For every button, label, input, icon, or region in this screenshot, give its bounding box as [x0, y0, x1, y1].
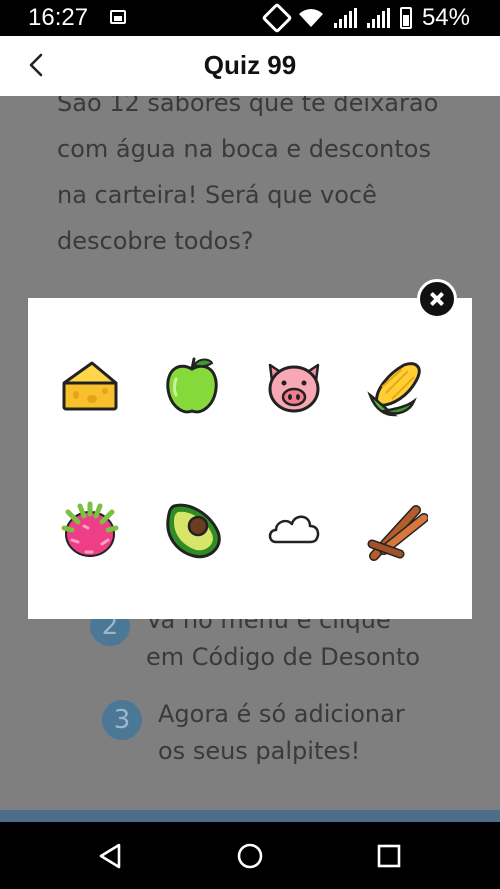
auto-rotate-icon: [261, 2, 293, 34]
recents-square-icon[interactable]: [373, 840, 405, 872]
status-bar: 16:27 54%: [0, 0, 500, 36]
page-title: Quiz 99: [203, 50, 297, 80]
wifi-icon: [298, 9, 323, 27]
intro-text: São 12 sabores que te deixarão com água …: [57, 96, 439, 255]
corn-icon[interactable]: [364, 355, 428, 419]
back-triangle-icon[interactable]: [95, 840, 127, 872]
battery-icon: [399, 7, 412, 29]
step-3: 3 Agora é só adicionar os seus palpites!: [102, 696, 438, 770]
cloud-icon[interactable]: [262, 498, 326, 562]
step-number: 3: [102, 700, 142, 740]
signal-icon: [333, 8, 357, 28]
close-icon[interactable]: [417, 279, 457, 319]
dragon-fruit-icon[interactable]: [58, 498, 122, 562]
emoji-grid: [28, 298, 472, 619]
pig-face-icon[interactable]: [262, 355, 326, 419]
emoji-modal: [28, 298, 472, 619]
avocado-icon[interactable]: [160, 498, 224, 562]
green-apple-icon[interactable]: [160, 355, 224, 419]
status-icons: 54%: [261, 2, 470, 34]
bottom-strip: [0, 810, 500, 822]
step-text: Agora é só adicionar os seus palpites!: [158, 700, 405, 765]
signal-icon-2: [366, 8, 390, 28]
navigation-bar: [0, 822, 500, 889]
cinnamon-icon[interactable]: [364, 498, 428, 562]
image-notification-icon: [110, 10, 126, 24]
battery-percent: 54%: [421, 4, 470, 31]
cheese-icon[interactable]: [58, 355, 122, 419]
home-circle-icon[interactable]: [234, 840, 266, 872]
app-header: Quiz 99: [0, 36, 500, 96]
status-time: 16:27: [28, 4, 89, 31]
